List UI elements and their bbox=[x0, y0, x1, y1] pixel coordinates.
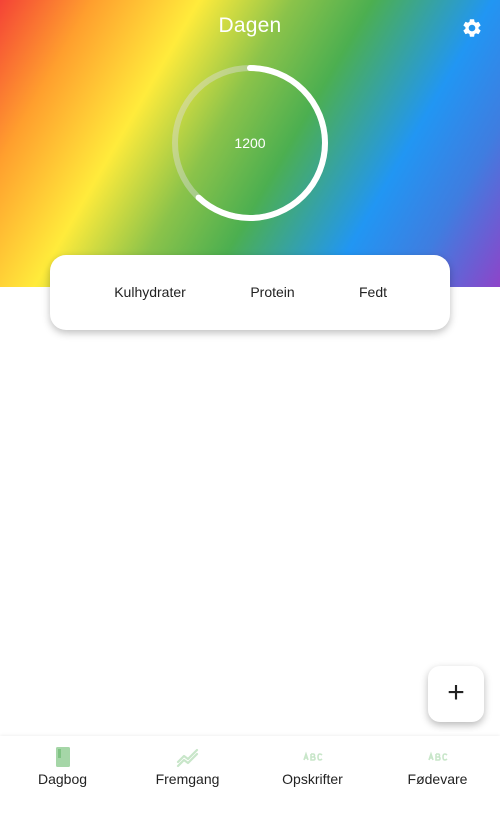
abc-icon bbox=[426, 746, 450, 768]
book-icon bbox=[51, 746, 75, 768]
nav-label-fremgang: Fremgang bbox=[155, 771, 220, 787]
header-gradient: Dagen 1200 bbox=[0, 0, 500, 287]
plus-icon: + bbox=[447, 676, 465, 709]
bottom-navigation: Dagbog Fremgang Opskrifter Fødevare bbox=[0, 736, 500, 818]
settings-button[interactable] bbox=[461, 17, 483, 39]
macro-summary-card: Kulhydrater Protein Fedt bbox=[50, 255, 450, 330]
gear-icon bbox=[463, 19, 481, 37]
trending-up-icon bbox=[176, 746, 200, 768]
nav-label-fodevare: Fødevare bbox=[407, 771, 468, 787]
page-title: Dagen bbox=[218, 14, 282, 37]
abc-icon bbox=[301, 746, 325, 768]
macro-fat-label: Fedt bbox=[358, 284, 387, 300]
nav-item-fodevare[interactable]: Fødevare bbox=[375, 736, 500, 818]
calorie-ring: 1200 bbox=[170, 63, 330, 223]
nav-label-opskrifter: Opskrifter bbox=[282, 771, 343, 787]
app-root: Dagen 1200 Kulhydrater Protein Fedt + Da… bbox=[0, 0, 500, 818]
macro-carbs-label: Kulhydrater bbox=[114, 284, 186, 300]
calorie-value: 1200 bbox=[234, 135, 266, 151]
macro-protein-label: Protein bbox=[250, 284, 295, 300]
nav-label-dagbog: Dagbog bbox=[37, 771, 88, 787]
nav-item-opskrifter[interactable]: Opskrifter bbox=[250, 736, 375, 818]
nav-item-dagbog[interactable]: Dagbog bbox=[0, 736, 125, 818]
nav-item-fremgang[interactable]: Fremgang bbox=[125, 736, 250, 818]
add-entry-button[interactable]: + bbox=[428, 666, 484, 722]
